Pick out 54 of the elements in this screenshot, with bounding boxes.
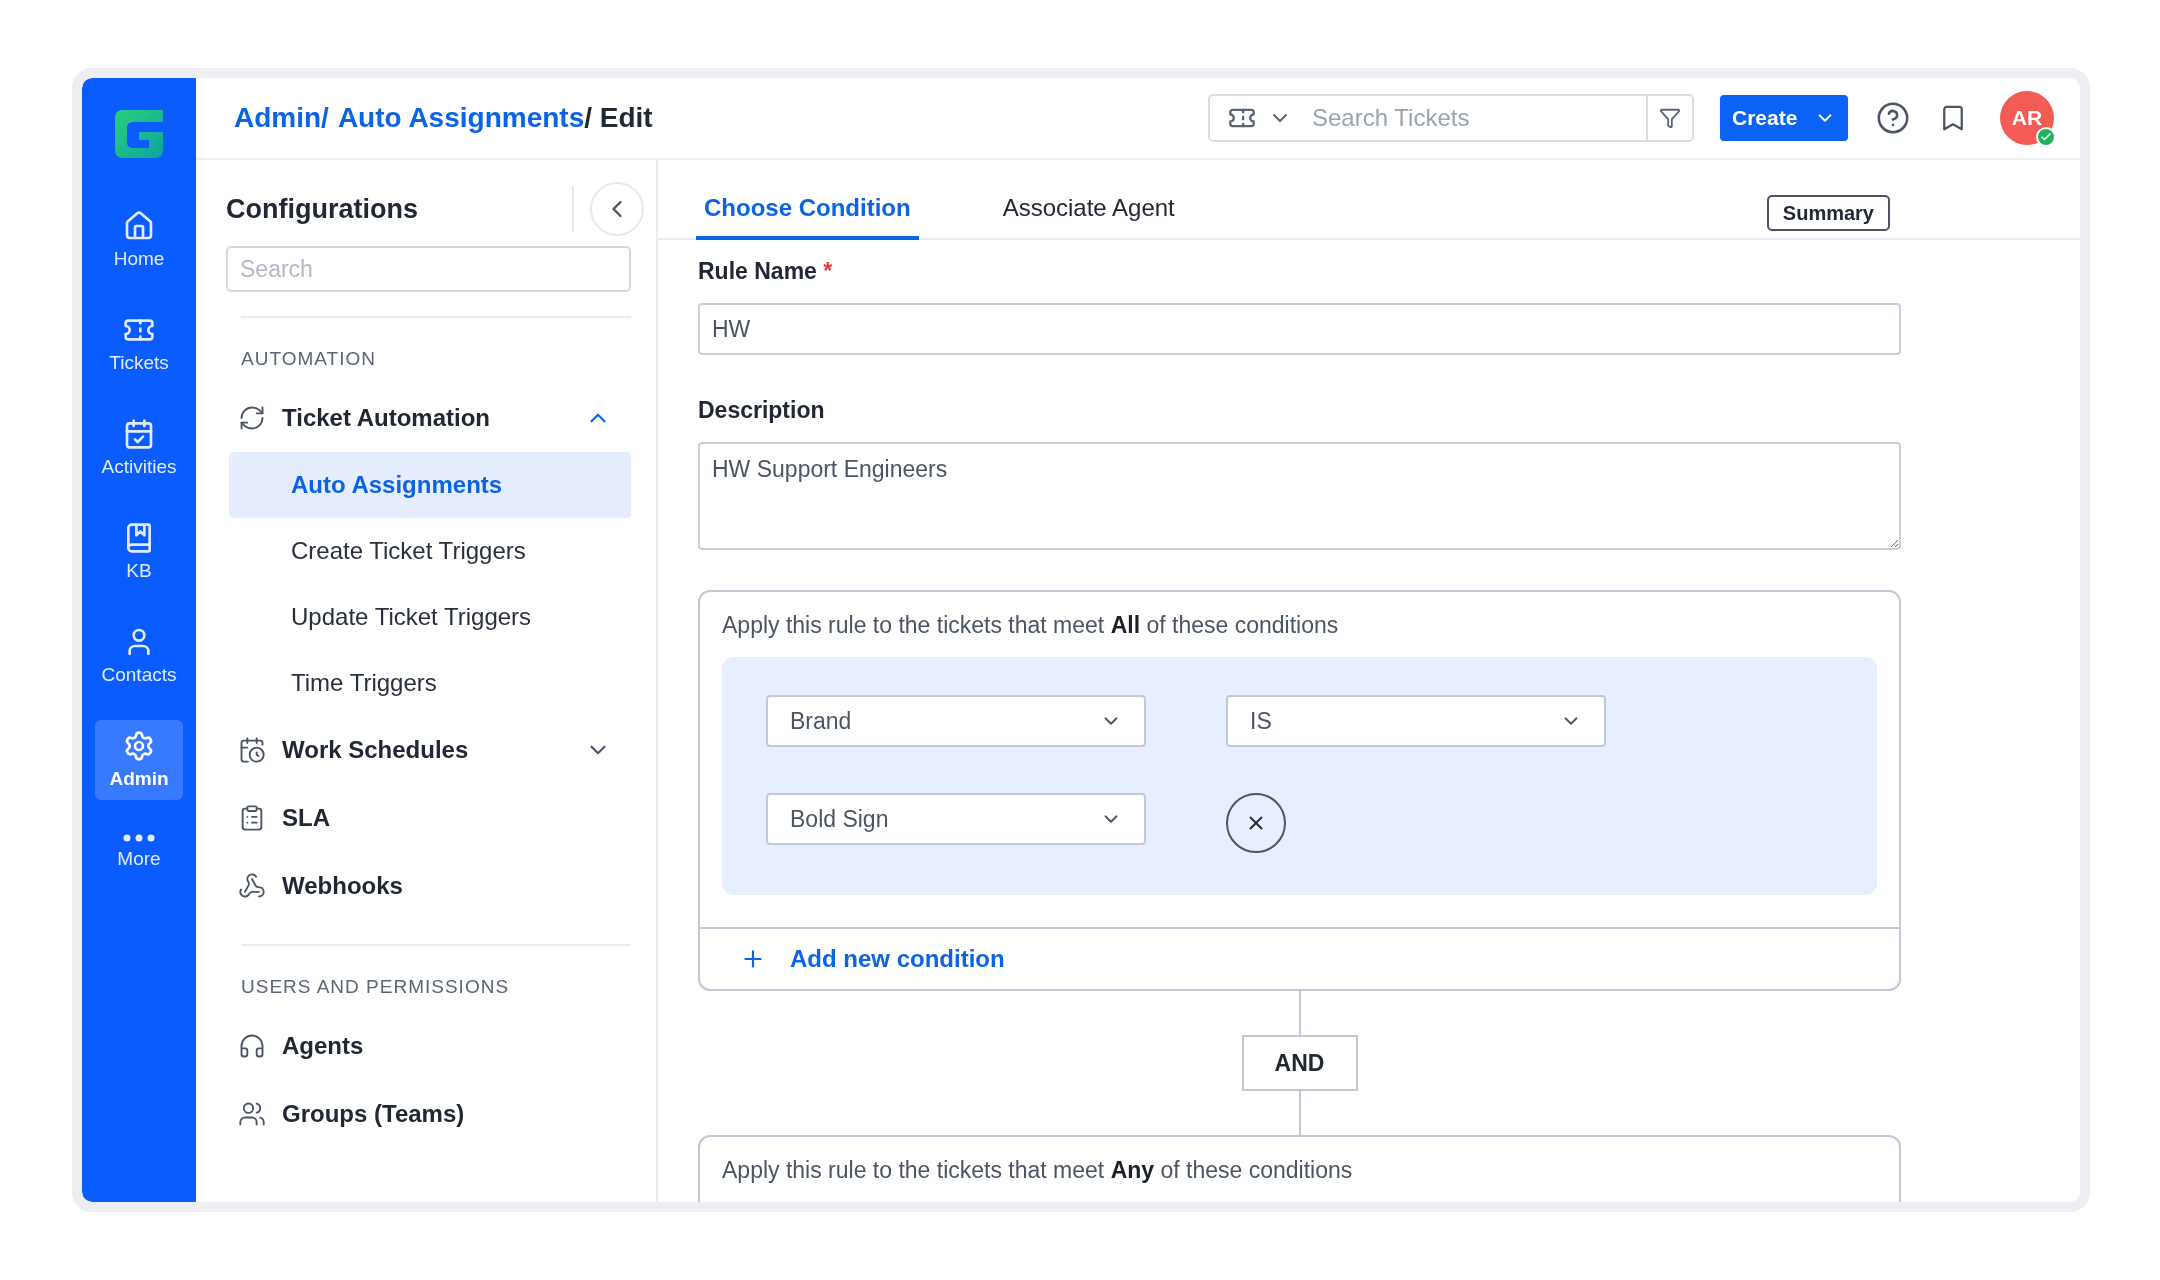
field-label: Rule Name * [698,258,834,285]
ticket-search-bar[interactable]: Search Tickets [1208,94,1694,142]
add-condition-button[interactable]: Add new condition [740,945,1005,973]
menu-item[interactable]: Groups (Teams) [226,1080,631,1148]
nav-item[interactable]: Tickets [95,304,183,384]
headphones-icon [238,1032,266,1060]
rule-name-field[interactable]: HW [698,303,1901,355]
required-mark: * [822,258,833,284]
submenu-item[interactable]: Auto Assignments [229,452,631,518]
filter-icon [1659,107,1681,129]
field-label: Description [698,397,826,424]
calendar-clock-icon [238,736,266,764]
nav-item[interactable]: Contacts [95,616,183,696]
home-icon [123,210,155,242]
nav-item[interactable]: More [95,824,183,880]
section-heading: USERS AND PERMISSIONS [241,976,511,998]
submenu-item[interactable]: Update Ticket Triggers [229,584,631,650]
breadcrumb-link[interactable]: Auto Assignments [337,102,585,134]
webhook-icon [238,872,266,900]
menu-item[interactable]: SLA [226,784,631,852]
panel-title: Configurations [226,193,419,225]
people-icon [238,1100,266,1128]
operator-dropdown[interactable]: IS [1226,695,1606,747]
submenu-item[interactable]: Time Triggers [229,650,631,716]
menu-item[interactable]: Work Schedules [226,716,631,784]
group-description: Apply this rule to the tickets that meet Any of these conditions [721,1156,1354,1185]
create-button[interactable]: Create [1720,95,1848,141]
search-field[interactable]: Search [226,246,631,292]
description-field[interactable]: HW Support Engineers [698,442,1901,550]
menu-item[interactable]: Agents [226,1012,631,1080]
tab[interactable]: Choose Condition [696,180,919,240]
nav-item[interactable]: Activities [95,408,183,488]
tab[interactable]: Associate Agent [994,180,1183,240]
nav-item[interactable]: KB [95,512,183,592]
breadcrumb-link[interactable]: Admin/ [234,102,329,134]
calendar-check-icon [123,418,155,450]
summary-button[interactable]: Summary [1766,195,1890,231]
menu-item[interactable]: Ticket Automation [226,384,631,452]
value-dropdown[interactable]: Bold Sign [766,793,1146,845]
settings-icon [123,730,155,762]
field-dropdown[interactable]: Brand [766,695,1146,747]
breadcrumb-current: / Edit [584,102,653,134]
nav-item[interactable]: Home [95,200,183,280]
ticket-search-field[interactable]: Search Tickets [1310,96,1646,140]
connector-label: AND [1241,1035,1358,1091]
group-description: Apply this rule to the tickets that meet All of these conditions [721,611,1340,640]
section-heading: AUTOMATION [241,348,377,370]
refresh-icon [238,404,266,432]
remove-button[interactable] [1226,793,1286,853]
help-icon[interactable] [1876,101,1910,135]
nav-item[interactable]: Admin [95,720,183,800]
menu-item[interactable]: Webhooks [226,852,631,920]
more-icon [123,834,155,842]
submenu-item[interactable]: Create Ticket Triggers [229,518,631,584]
